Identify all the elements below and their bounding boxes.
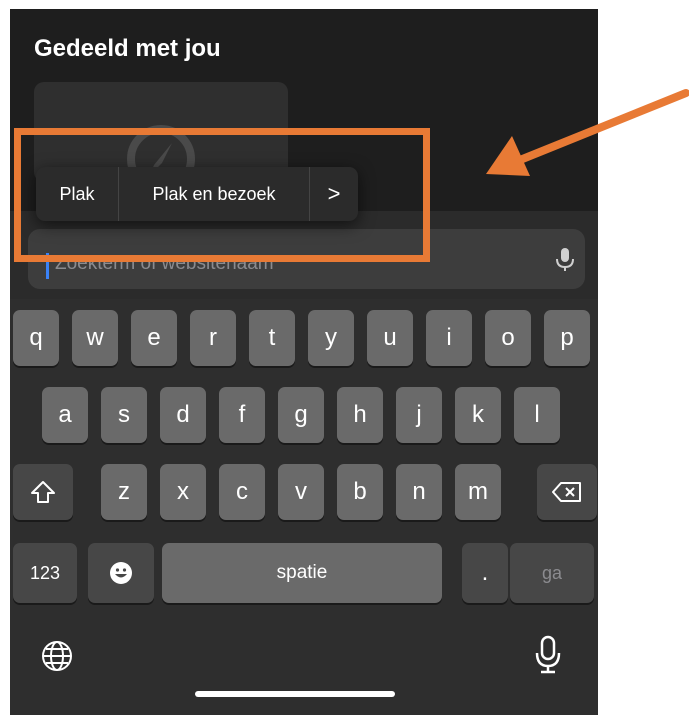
annotation-arrow-icon xyxy=(486,89,689,176)
